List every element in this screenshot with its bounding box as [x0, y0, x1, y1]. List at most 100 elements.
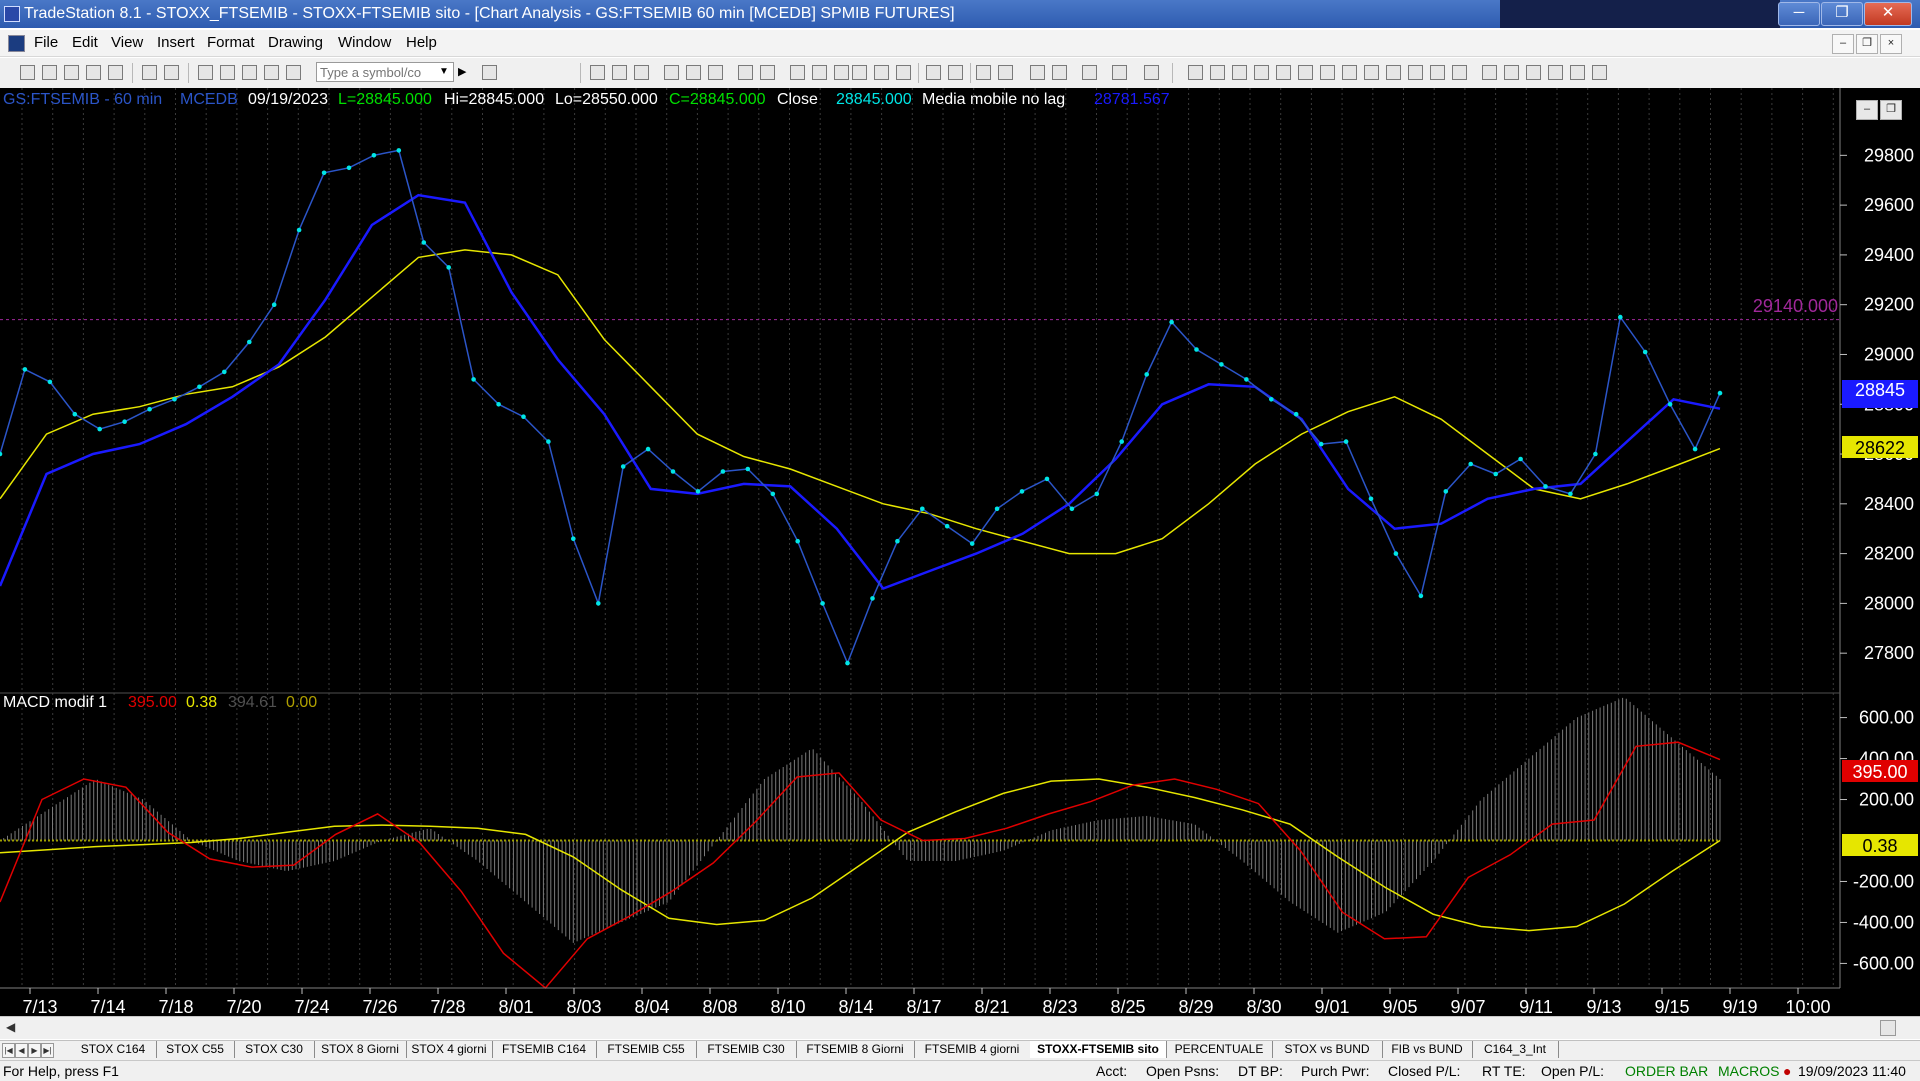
tab-stox-c55[interactable]: STOX C55 — [156, 1041, 235, 1058]
arrow-down-icon[interactable] — [1504, 65, 1519, 80]
tab-stoxx-ftsemib-sito[interactable]: STOXX-FTSEMIB sito — [1030, 1041, 1167, 1058]
zoom-in-icon[interactable] — [976, 65, 991, 80]
options-icon[interactable] — [1144, 65, 1159, 80]
clipboard-icon[interactable] — [264, 65, 279, 80]
link-icon[interactable] — [198, 65, 213, 80]
retracement-icon[interactable] — [1298, 65, 1313, 80]
scroll-right-icon[interactable] — [948, 65, 963, 80]
symbol-go-icon[interactable]: ▶ — [458, 63, 472, 81]
horizontal-lines-icon[interactable] — [1232, 65, 1247, 80]
tab-stox-c164[interactable]: STOX C164 — [70, 1041, 157, 1058]
new-icon[interactable] — [20, 65, 35, 80]
tab-stox-4-giorni[interactable]: STOX 4 giorni — [406, 1041, 493, 1058]
tab-first-icon[interactable]: |◀ — [2, 1043, 15, 1058]
tab-ftsemib-8-giorni[interactable]: FTSEMIB 8 Giorni — [796, 1041, 915, 1058]
open-workspace-icon[interactable] — [64, 65, 79, 80]
tab-ftsemib-4-giorni[interactable]: FTSEMIB 4 giorni — [914, 1041, 1031, 1058]
chart-minimize-button[interactable]: – — [1856, 100, 1878, 120]
rectangle-icon[interactable] — [1570, 65, 1585, 80]
hourglass-icon[interactable] — [834, 65, 849, 80]
tab-ftsemib-c164[interactable]: FTSEMIB C164 — [492, 1041, 597, 1058]
new-workspace-icon[interactable] — [86, 65, 101, 80]
tools-icon[interactable] — [1082, 65, 1097, 80]
menu-view[interactable]: View — [111, 34, 143, 51]
chart-type-icon[interactable] — [874, 65, 889, 80]
symbol-lookup-icon[interactable] — [482, 65, 497, 80]
arc-icon[interactable] — [1430, 65, 1445, 80]
scroll-left-arrow-icon[interactable]: ◀ — [6, 1020, 15, 1034]
arrow-up-icon[interactable] — [1526, 65, 1541, 80]
tab-ftsemib-c55[interactable]: FTSEMIB C55 — [596, 1041, 697, 1058]
chart-window-icon[interactable] — [8, 35, 25, 52]
export-icon[interactable] — [1112, 65, 1127, 80]
insert-strategy-icon[interactable] — [686, 65, 701, 80]
chart-restore-button[interactable]: ❐ — [1880, 100, 1902, 120]
extend-icon[interactable] — [1408, 65, 1423, 80]
color-palette-icon[interactable] — [286, 65, 301, 80]
menu-format[interactable]: Format — [207, 34, 255, 51]
minimize-button[interactable]: ─ — [1778, 2, 1820, 26]
scroll-thumb[interactable] — [1880, 1020, 1896, 1036]
menu-help[interactable]: Help — [406, 34, 437, 51]
symbol-input[interactable] — [316, 62, 454, 82]
tab-stox-vs-bund[interactable]: STOX vs BUND — [1272, 1041, 1383, 1058]
andrews-icon[interactable] — [1364, 65, 1379, 80]
tab-c164-3-int[interactable]: C164_3_Int — [1472, 1041, 1559, 1058]
pointer-icon[interactable] — [1030, 65, 1045, 80]
line-chart-icon[interactable] — [612, 65, 627, 80]
tab-prev-icon[interactable]: ◀ — [15, 1043, 28, 1058]
link-group-icon[interactable] — [220, 65, 235, 80]
tab-next-icon[interactable]: ▶ — [28, 1043, 41, 1058]
tab-ftsemib-c30[interactable]: FTSEMIB C30 — [696, 1041, 797, 1058]
close-button[interactable]: ✕ — [1864, 2, 1912, 26]
order-bar-label[interactable]: ORDER BAR — [1625, 1063, 1708, 1079]
tab-fib-vs-bund[interactable]: FIB vs BUND — [1382, 1041, 1473, 1058]
columns-icon[interactable] — [896, 65, 911, 80]
matrix-icon[interactable] — [812, 65, 827, 80]
tab-last-icon[interactable]: ▶| — [41, 1043, 54, 1058]
symbol-dropdown-icon[interactable]: ▼ — [436, 63, 452, 81]
mdi-restore-button[interactable]: ❐ — [1856, 34, 1878, 54]
print-icon[interactable] — [142, 65, 157, 80]
menu-window[interactable]: Window — [338, 34, 391, 51]
tab-stox-c30[interactable]: STOX C30 — [234, 1041, 315, 1058]
regression-icon[interactable] — [1386, 65, 1401, 80]
menu-file[interactable]: File — [34, 34, 58, 51]
trendline-icon[interactable] — [1188, 65, 1203, 80]
text-icon[interactable] — [1592, 65, 1607, 80]
bar-chart-icon[interactable] — [590, 65, 605, 80]
open-icon[interactable] — [42, 65, 57, 80]
bars-icon[interactable] — [852, 65, 867, 80]
tab-stox-8-giorni[interactable]: STOX 8 Giorni — [314, 1041, 407, 1058]
lock-icon[interactable] — [242, 65, 257, 80]
gann-icon[interactable] — [1254, 65, 1269, 80]
menu-drawing[interactable]: Drawing — [268, 34, 323, 51]
maximize-button[interactable]: ❐ — [1821, 2, 1863, 26]
speed-lines-icon[interactable] — [1320, 65, 1335, 80]
print-preview-icon[interactable] — [164, 65, 179, 80]
refresh-icon[interactable] — [738, 65, 753, 80]
mdi-minimize-button[interactable]: – — [1832, 34, 1854, 54]
vertical-lines-icon[interactable] — [1210, 65, 1225, 80]
menu-edit[interactable]: Edit — [72, 34, 98, 51]
draw-select-icon[interactable] — [1052, 65, 1067, 80]
radar-icon[interactable] — [790, 65, 805, 80]
grid-icon[interactable] — [634, 65, 649, 80]
macros-label[interactable]: MACROS — [1718, 1063, 1779, 1079]
scroll-left-icon[interactable] — [926, 65, 941, 80]
chart-analysis-window[interactable]: 2780028000282002840028600288002900029200… — [0, 88, 1920, 1025]
format-icon[interactable] — [708, 65, 723, 80]
menu-insert[interactable]: Insert — [157, 34, 195, 51]
save-icon[interactable] — [108, 65, 123, 80]
horizontal-scrollbar[interactable]: ◀ — [0, 1016, 1920, 1039]
fibonacci-fan-icon[interactable] — [1276, 65, 1291, 80]
tab-percentuale[interactable]: PERCENTUALE — [1166, 1041, 1273, 1058]
channel-icon[interactable] — [1342, 65, 1357, 80]
ellipse-icon[interactable] — [1548, 65, 1563, 80]
pencil-icon[interactable] — [1452, 65, 1467, 80]
freehand-icon[interactable] — [1482, 65, 1497, 80]
data-window-icon[interactable] — [760, 65, 775, 80]
zoom-out-icon[interactable] — [998, 65, 1013, 80]
insert-analysis-icon[interactable] — [664, 65, 679, 80]
mdi-close-button[interactable]: × — [1880, 34, 1902, 54]
